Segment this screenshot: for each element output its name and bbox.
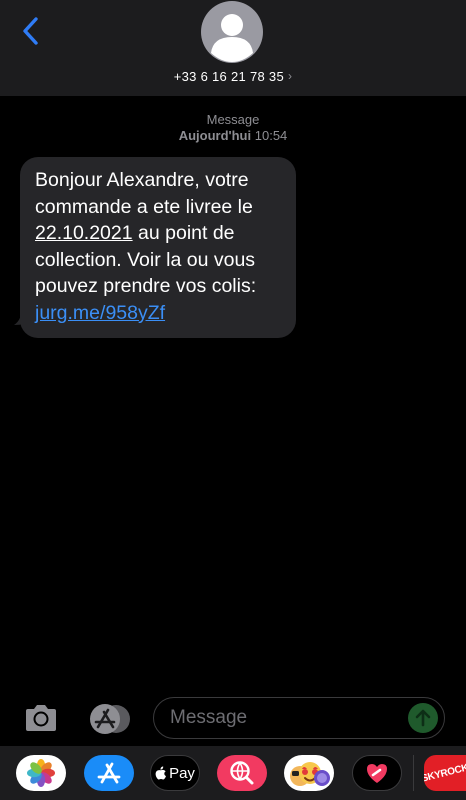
- camera-icon: [26, 705, 56, 731]
- timestamp: Aujourd'hui 10:54: [0, 128, 466, 144]
- app-drawer: Pay SKYROCK: [0, 746, 466, 800]
- message-link[interactable]: jurg.me/958yZf: [35, 302, 165, 324]
- digital-touch-app-button[interactable]: [352, 755, 402, 791]
- skyrock-label: SKYROCK: [424, 761, 466, 785]
- apple-pay-label: Pay: [169, 764, 195, 782]
- apple-logo-icon: [155, 766, 167, 780]
- thread-meta: Message Aujourd'hui 10:54: [0, 112, 466, 144]
- person-icon: [211, 14, 253, 62]
- back-button[interactable]: [14, 14, 48, 48]
- message-line: pouvez prendre vos colis:: [35, 275, 257, 297]
- app-store-a-icon: [97, 762, 121, 784]
- memoji-icon: [290, 762, 330, 786]
- messages-screen: +33 6 16 21 78 35 › Message Aujourd'hui …: [0, 0, 466, 800]
- compose-bar: Message: [0, 692, 466, 746]
- heart-hand-icon: [367, 764, 387, 783]
- message-line: Bonjour Alexandre, votre: [35, 169, 249, 191]
- message-line: 22.10.2021 au point de: [35, 220, 296, 247]
- camera-button[interactable]: [22, 702, 60, 734]
- drawer-divider: [413, 755, 414, 791]
- message-input-placeholder: Message: [170, 707, 248, 728]
- message-line: commande a ete livree le: [35, 195, 253, 218]
- contact-details-button[interactable]: +33 6 16 21 78 35 ›: [0, 67, 466, 85]
- search-images-app-button[interactable]: [217, 755, 267, 791]
- photos-icon: [27, 759, 55, 787]
- contact-avatar[interactable]: [201, 1, 263, 63]
- message-date[interactable]: 22.10.2021: [35, 222, 133, 244]
- send-button[interactable]: [408, 703, 438, 733]
- skyrock-app-button[interactable]: SKYROCK: [424, 755, 466, 791]
- service-label: Message: [206, 112, 260, 127]
- globe-search-icon: [230, 761, 254, 785]
- message-line: collection. Voir la ou vous: [35, 248, 256, 271]
- message-bubble[interactable]: Bonjour Alexandre, votre commande a ete …: [20, 157, 296, 338]
- message-line-rest: au point de: [132, 222, 235, 244]
- message-input[interactable]: Message: [153, 697, 445, 739]
- chevron-left-icon: [23, 17, 38, 45]
- app-store-icon: [90, 704, 130, 734]
- contact-number: +33 6 16 21 78 35: [173, 68, 284, 84]
- app-store-toggle-button[interactable]: [86, 702, 134, 736]
- chevron-right-icon: ›: [287, 69, 293, 83]
- conversation-header: +33 6 16 21 78 35 ›: [0, 0, 466, 96]
- timestamp-day: Aujourd'hui: [178, 128, 252, 143]
- photos-app-button[interactable]: [16, 755, 66, 791]
- arrow-up-icon: [415, 709, 431, 727]
- app-store-app-button[interactable]: [84, 755, 134, 791]
- timestamp-time: 10:54: [254, 128, 288, 143]
- memoji-app-button[interactable]: [284, 755, 334, 791]
- apple-pay-app-button[interactable]: Pay: [150, 755, 200, 791]
